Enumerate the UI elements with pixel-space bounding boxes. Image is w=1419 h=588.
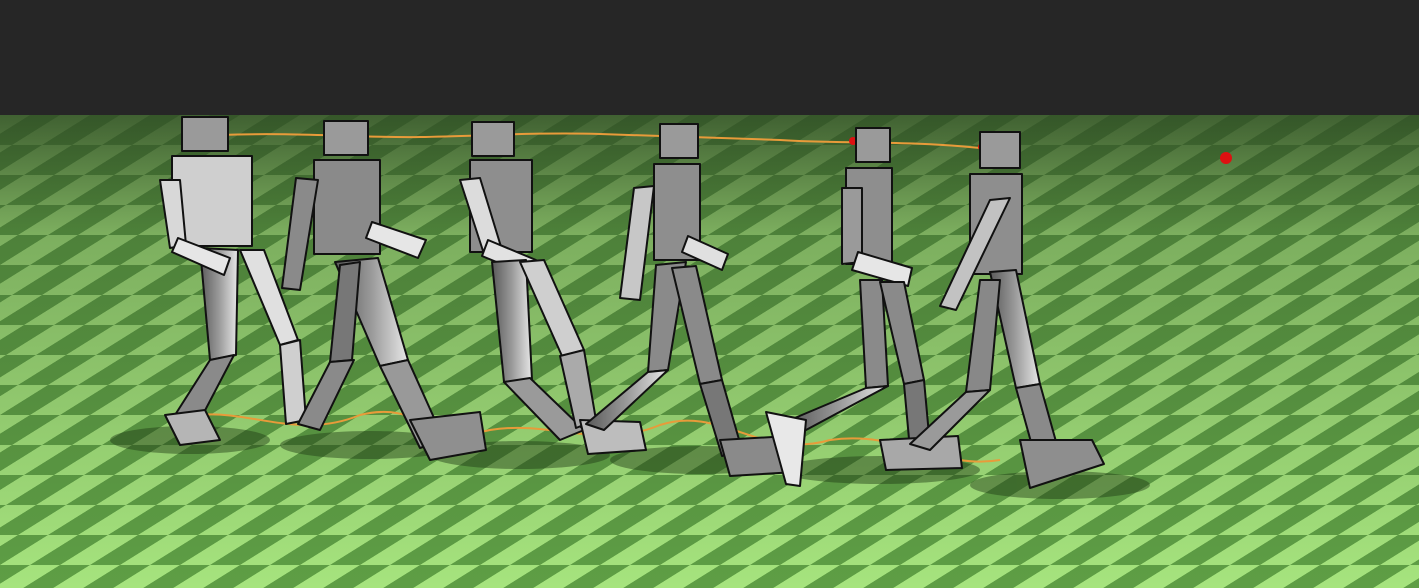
scene-svg xyxy=(0,0,1419,588)
sky xyxy=(0,0,1419,120)
target-marker xyxy=(1220,152,1232,164)
simulation-viewport xyxy=(0,0,1419,588)
